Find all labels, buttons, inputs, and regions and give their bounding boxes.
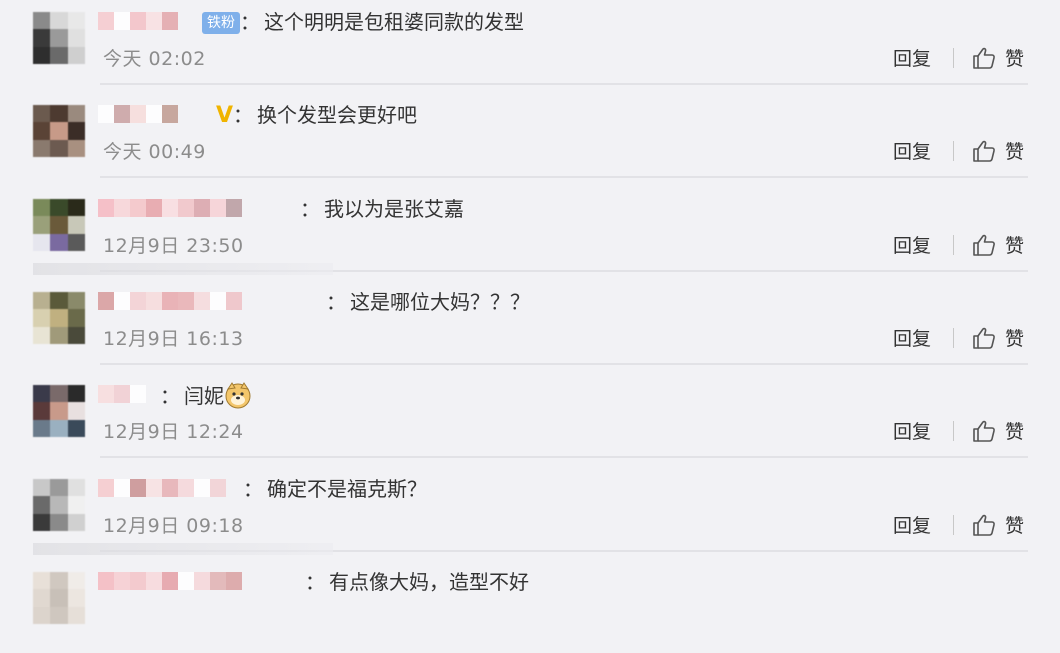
like-button-label[interactable]: 赞 <box>1005 511 1024 538</box>
doge-emoji-icon <box>225 382 251 409</box>
comment-item: ：闫妮 12月9日 12:24 回复 赞 <box>0 373 1060 466</box>
reply-button[interactable]: 回复 <box>893 417 931 444</box>
action-divider <box>953 328 954 348</box>
reply-button[interactable]: 回复 <box>893 137 931 164</box>
username-blurred[interactable] <box>98 572 242 592</box>
username-blurred[interactable] <box>98 385 146 405</box>
username-blurred[interactable] <box>98 292 242 312</box>
action-divider <box>953 421 954 441</box>
user-avatar[interactable] <box>33 479 85 531</box>
like-button-label[interactable]: 赞 <box>1005 417 1024 444</box>
comment-item: ：这是哪位大妈？？？ 12月9日 16:13 回复 赞 <box>0 280 1060 373</box>
like-button-label[interactable]: 赞 <box>1005 231 1024 258</box>
thumbs-up-icon[interactable] <box>972 139 996 163</box>
username-blurred[interactable] <box>98 105 178 125</box>
comment-colon: ： <box>326 290 346 314</box>
action-divider <box>953 515 954 535</box>
user-avatar[interactable] <box>33 105 85 157</box>
image-artifact-band <box>33 543 333 555</box>
action-divider <box>953 235 954 255</box>
image-artifact-band <box>33 263 333 275</box>
comment-text-line: ：我以为是张艾嘉 <box>300 195 464 223</box>
comment-text-line: 铁粉：这个明明是包租婆同款的发型 <box>200 8 524 36</box>
comment-timestamp: 今天 00:49 <box>103 141 206 163</box>
comment-text: 这是哪位大妈？？？ <box>350 290 530 314</box>
comment-separator <box>100 363 1028 365</box>
comment-timestamp: 今天 02:02 <box>103 48 206 70</box>
like-button-label[interactable]: 赞 <box>1005 324 1024 351</box>
comment-colon: ： <box>305 570 325 594</box>
comment-colon: ： <box>233 103 254 127</box>
user-avatar[interactable] <box>33 572 85 624</box>
thumbs-up-icon[interactable] <box>972 46 996 70</box>
comment-text-line: ：闫妮 <box>160 381 252 410</box>
comment-text-line: ：确定不是福克斯？ <box>243 475 427 503</box>
comment-item: ：有点像大妈，造型不好 <box>0 560 1060 653</box>
comment-item: V： 换个发型会更好吧 今天 00:49 回复赞 <box>0 93 1060 186</box>
comment-timestamp: 12月9日 23:50 <box>103 235 244 257</box>
reply-button[interactable]: 回复 <box>893 44 931 71</box>
comment-colon: ： <box>240 10 260 34</box>
like-button-label[interactable]: 赞 <box>1005 137 1024 164</box>
user-avatar[interactable] <box>33 12 85 64</box>
comment-colon: ： <box>243 477 263 501</box>
comment-text-line: V： 换个发型会更好吧 <box>214 101 417 130</box>
comment-text: 闫妮 <box>184 384 224 408</box>
user-avatar[interactable] <box>33 199 85 251</box>
thumbs-up-icon[interactable] <box>972 419 996 443</box>
comment-item: ：确定不是福克斯？ 12月9日 09:18 回复 赞 <box>0 467 1060 560</box>
comment-text-line: ：这是哪位大妈？？？ <box>326 288 530 316</box>
comment-text: 这个明明是包租婆同款的发型 <box>264 10 524 34</box>
comment-text: 换个发型会更好吧 <box>257 103 418 127</box>
comment-text: 我以为是张艾嘉 <box>324 197 464 221</box>
thumbs-up-icon[interactable] <box>972 233 996 257</box>
like-button-label[interactable]: 赞 <box>1005 44 1024 71</box>
comment-item: 铁粉：这个明明是包租婆同款的发型今天 02:02 回复 赞 <box>0 0 1060 93</box>
thumbs-up-icon[interactable] <box>972 513 996 537</box>
comment-separator <box>100 83 1028 85</box>
fan-badge: 铁粉 <box>202 12 240 34</box>
comment-timestamp: 12月9日 16:13 <box>103 328 244 350</box>
username-blurred[interactable] <box>98 12 178 32</box>
thumbs-up-icon[interactable] <box>972 326 996 350</box>
comment-colon: ： <box>300 197 320 221</box>
comment-text: 确定不是福克斯？ <box>267 477 427 501</box>
comment-timestamp: 12月9日 09:18 <box>103 515 244 537</box>
vip-badge: V <box>216 103 234 128</box>
comment-text-line: ：有点像大妈，造型不好 <box>305 568 529 596</box>
comment-separator <box>100 456 1028 458</box>
action-divider <box>953 48 954 68</box>
reply-button[interactable]: 回复 <box>893 231 931 258</box>
reply-button[interactable]: 回复 <box>893 324 931 351</box>
user-avatar[interactable] <box>33 385 85 437</box>
comment-colon: ： <box>160 384 180 408</box>
username-blurred[interactable] <box>98 199 242 219</box>
comment-text: 有点像大妈，造型不好 <box>329 570 529 594</box>
comment-timestamp: 12月9日 12:24 <box>103 421 244 443</box>
comment-item: ：我以为是张艾嘉 12月9日 23:50 回复 赞 <box>0 187 1060 280</box>
username-blurred[interactable] <box>98 479 226 499</box>
reply-button[interactable]: 回复 <box>893 511 931 538</box>
action-divider <box>953 141 954 161</box>
user-avatar[interactable] <box>33 292 85 344</box>
comment-separator <box>100 176 1028 178</box>
